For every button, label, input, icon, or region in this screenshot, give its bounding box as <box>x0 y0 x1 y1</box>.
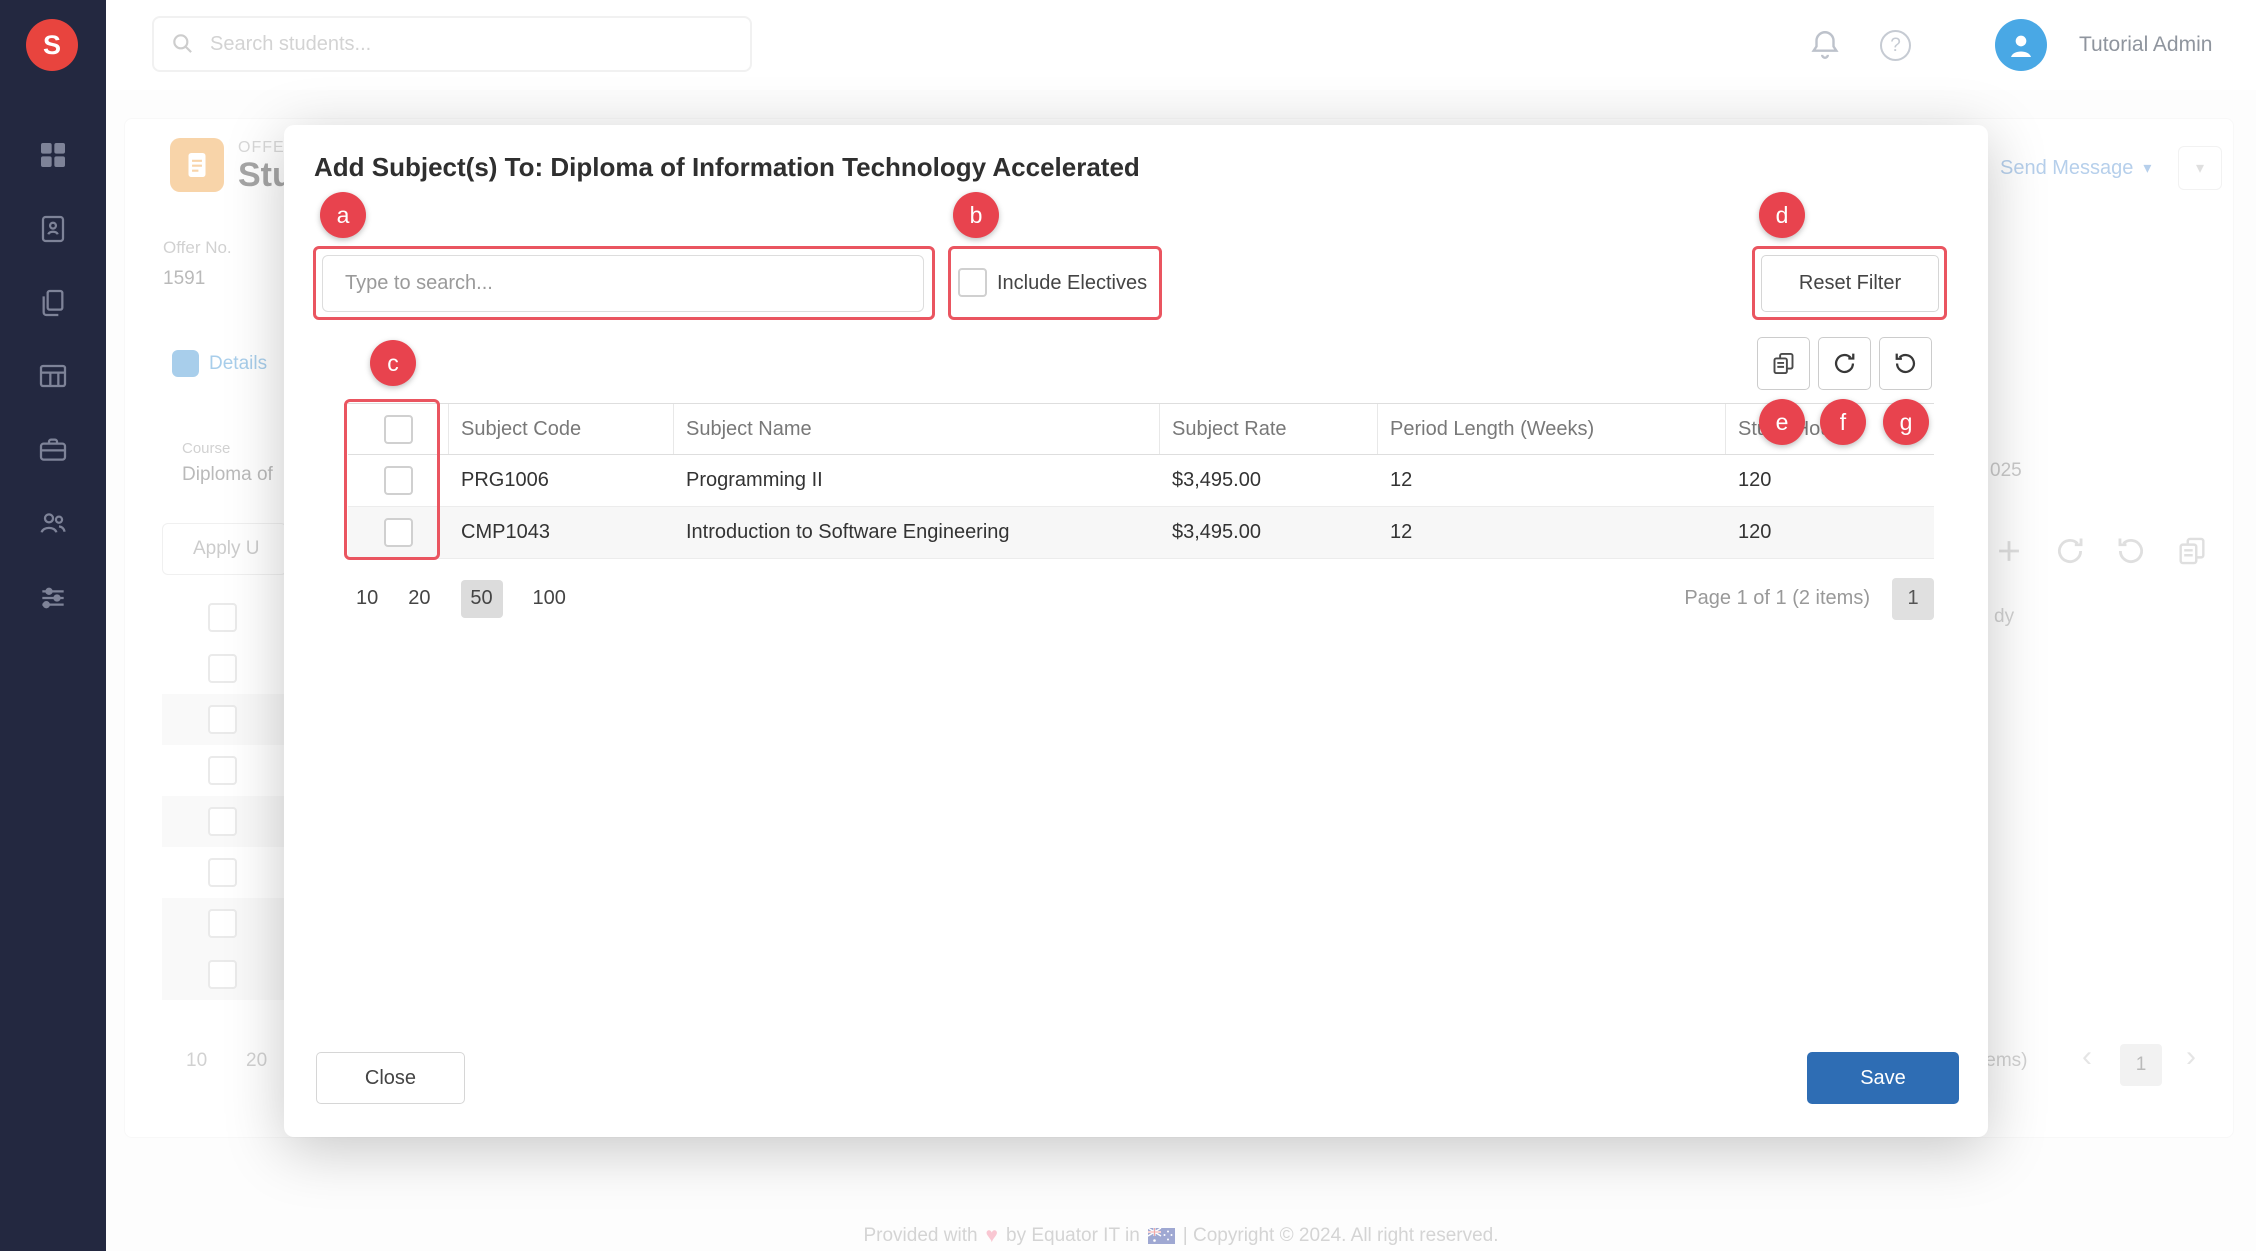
table-row[interactable]: CMP1043 Introduction to Software Enginee… <box>348 507 1934 559</box>
annotation-badge-f: f <box>1820 399 1866 445</box>
topbar: Tutorial Admin <box>106 0 2256 90</box>
modal-title: Add Subject(s) To: Diploma of Informatio… <box>314 152 1140 183</box>
sidebar-item-tables[interactable] <box>37 360 69 392</box>
sidebar-item-jobs[interactable] <box>37 433 69 465</box>
cell-study-hours: 120 <box>1726 469 1934 492</box>
cell-subject-name: Programming II <box>674 469 1160 492</box>
include-electives-label: Include Electives <box>997 272 1147 295</box>
avatar[interactable] <box>1995 19 2047 71</box>
page-size-selector: 10 20 50 100 <box>348 580 566 618</box>
subjects-table: Subject Code Subject Name Subject Rate P… <box>348 403 1934 559</box>
annotation-badge-b: b <box>953 192 999 238</box>
table-icon <box>37 360 69 392</box>
row-checkbox-cell <box>348 518 449 547</box>
sidebar-item-documents[interactable] <box>37 287 69 319</box>
column-header-subject-name[interactable]: Subject Name <box>674 404 1160 454</box>
screen: S <box>0 0 2256 1251</box>
cell-subject-code: CMP1043 <box>449 521 674 544</box>
pagination-info: Page 1 of 1 (2 items) <box>1684 587 1870 610</box>
annotation-badge-e: e <box>1759 399 1805 445</box>
contact-book-icon <box>37 213 69 245</box>
table-pagination: 10 20 50 100 Page 1 of 1 (2 items) 1 <box>348 573 1934 624</box>
subject-search-input[interactable] <box>343 271 903 296</box>
help-icon[interactable] <box>1880 30 1911 61</box>
cell-subject-rate: $3,495.00 <box>1160 469 1378 492</box>
dashboard-icon <box>37 139 69 171</box>
documents-icon <box>37 287 69 319</box>
add-subjects-modal: Add Subject(s) To: Diploma of Informatio… <box>284 125 1988 1137</box>
save-button[interactable]: Save <box>1807 1052 1959 1104</box>
app-logo[interactable]: S <box>26 19 78 71</box>
users-icon <box>37 507 69 539</box>
reset-filter-label: Reset Filter <box>1799 272 1901 295</box>
cell-subject-rate: $3,495.00 <box>1160 521 1378 544</box>
select-all-cell <box>348 404 449 454</box>
column-chooser-icon <box>1770 350 1797 377</box>
app-logo-letter: S <box>43 30 61 61</box>
annotation-badge-g: g <box>1883 399 1929 445</box>
save-button-label: Save <box>1860 1067 1906 1090</box>
student-search[interactable] <box>152 16 752 72</box>
search-icon <box>170 31 196 57</box>
page-number-1[interactable]: 1 <box>1892 578 1934 620</box>
close-button-label: Close <box>365 1067 416 1090</box>
reset-filter-button[interactable]: Reset Filter <box>1761 255 1939 312</box>
sidebar: S <box>0 0 106 1251</box>
cell-study-hours: 120 <box>1726 521 1934 544</box>
page-size-100[interactable]: 100 <box>533 587 566 610</box>
column-header-period-length[interactable]: Period Length (Weeks) <box>1378 404 1726 454</box>
cell-subject-name: Introduction to Software Engineering <box>674 521 1160 544</box>
sliders-icon <box>37 582 69 614</box>
pagination-right: Page 1 of 1 (2 items) 1 <box>1684 578 1934 620</box>
close-button[interactable]: Close <box>316 1052 465 1104</box>
notifications-button[interactable] <box>1808 28 1842 62</box>
refresh-button[interactable] <box>1818 337 1871 390</box>
row-checkbox[interactable] <box>384 518 413 547</box>
annotation-badge-d: d <box>1759 192 1805 238</box>
refresh-icon <box>1831 350 1858 377</box>
row-checkbox[interactable] <box>384 466 413 495</box>
sidebar-item-users[interactable] <box>37 507 69 539</box>
cell-period-length: 12 <box>1378 521 1726 544</box>
revert-button[interactable] <box>1879 337 1932 390</box>
cell-period-length: 12 <box>1378 469 1726 492</box>
annotation-badge-a: a <box>320 192 366 238</box>
page-size-50-selected[interactable]: 50 <box>461 580 503 618</box>
cell-subject-code: PRG1006 <box>449 469 674 492</box>
revert-icon <box>1892 350 1919 377</box>
annotation-badge-c: c <box>370 340 416 386</box>
table-header-row: Subject Code Subject Name Subject Rate P… <box>348 403 1934 455</box>
table-row[interactable]: PRG1006 Programming II $3,495.00 12 120 <box>348 455 1934 507</box>
select-all-checkbox[interactable] <box>384 415 413 444</box>
include-electives-checkbox[interactable] <box>958 268 987 297</box>
row-checkbox-cell <box>348 466 449 495</box>
subject-search[interactable] <box>322 255 924 312</box>
student-search-input[interactable] <box>208 32 734 57</box>
bell-icon <box>1808 28 1842 62</box>
column-chooser-button[interactable] <box>1757 337 1810 390</box>
page-size-10[interactable]: 10 <box>356 587 378 610</box>
sidebar-item-contacts[interactable] <box>37 213 69 245</box>
briefcase-icon <box>37 433 69 465</box>
page-size-20[interactable]: 20 <box>408 587 430 610</box>
column-header-subject-rate[interactable]: Subject Rate <box>1160 404 1378 454</box>
sidebar-item-dashboard[interactable] <box>37 139 69 171</box>
sidebar-item-settings[interactable] <box>37 582 69 614</box>
user-icon <box>2005 29 2037 61</box>
user-name: Tutorial Admin <box>2079 33 2212 57</box>
column-header-subject-code[interactable]: Subject Code <box>449 404 674 454</box>
